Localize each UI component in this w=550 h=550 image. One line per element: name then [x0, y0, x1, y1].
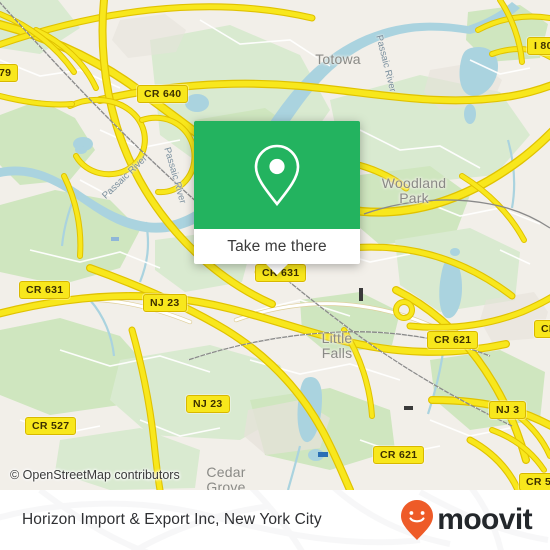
road-shield-79[interactable]: 79	[0, 64, 19, 82]
moovit-pin-icon	[401, 500, 434, 540]
road-shield-cr-631-west[interactable]: CR 631	[19, 281, 71, 299]
moovit-map-screenshot: .water { fill:#aad3df; } .stream{ fill:n…	[0, 0, 550, 550]
road-shield-cr-621-east[interactable]: CR 621	[427, 331, 479, 349]
moovit-wordmark: moovit	[437, 503, 532, 536]
page-title: Horizon Import & Export Inc, New York Ci…	[22, 511, 322, 528]
road-shield-cr-527[interactable]: CR 527	[25, 417, 77, 435]
popup-pointer-tail	[266, 264, 288, 275]
road-shield-nj-3[interactable]: NJ 3	[489, 401, 527, 419]
take-me-there-label: Take me there	[227, 237, 327, 255]
map-canvas[interactable]: .water { fill:#aad3df; } .stream{ fill:n…	[0, 0, 550, 490]
osm-attribution[interactable]: © OpenStreetMap contributors	[10, 468, 180, 482]
road-shield-cr-640[interactable]: CR 640	[137, 85, 189, 103]
footer-bar: Horizon Import & Export Inc, New York Ci…	[0, 490, 550, 550]
road-shield-cr-621-south[interactable]: CR 621	[373, 446, 425, 464]
road-shield-cr-6-edge[interactable]: CR 6	[534, 320, 550, 338]
location-popup-card[interactable]: Take me there	[194, 121, 360, 264]
road-shield-cr-509[interactable]: CR 509	[519, 473, 550, 490]
map-pin-icon	[254, 144, 300, 207]
popup-header	[194, 121, 360, 229]
road-shield-i-80[interactable]: I 80	[527, 37, 550, 55]
road-shield-nj-23-south[interactable]: NJ 23	[186, 395, 230, 413]
popup-action-bar[interactable]: Take me there	[194, 229, 360, 264]
road-shield-nj-23-north[interactable]: NJ 23	[143, 294, 187, 312]
moovit-logo[interactable]: moovit	[400, 499, 533, 541]
